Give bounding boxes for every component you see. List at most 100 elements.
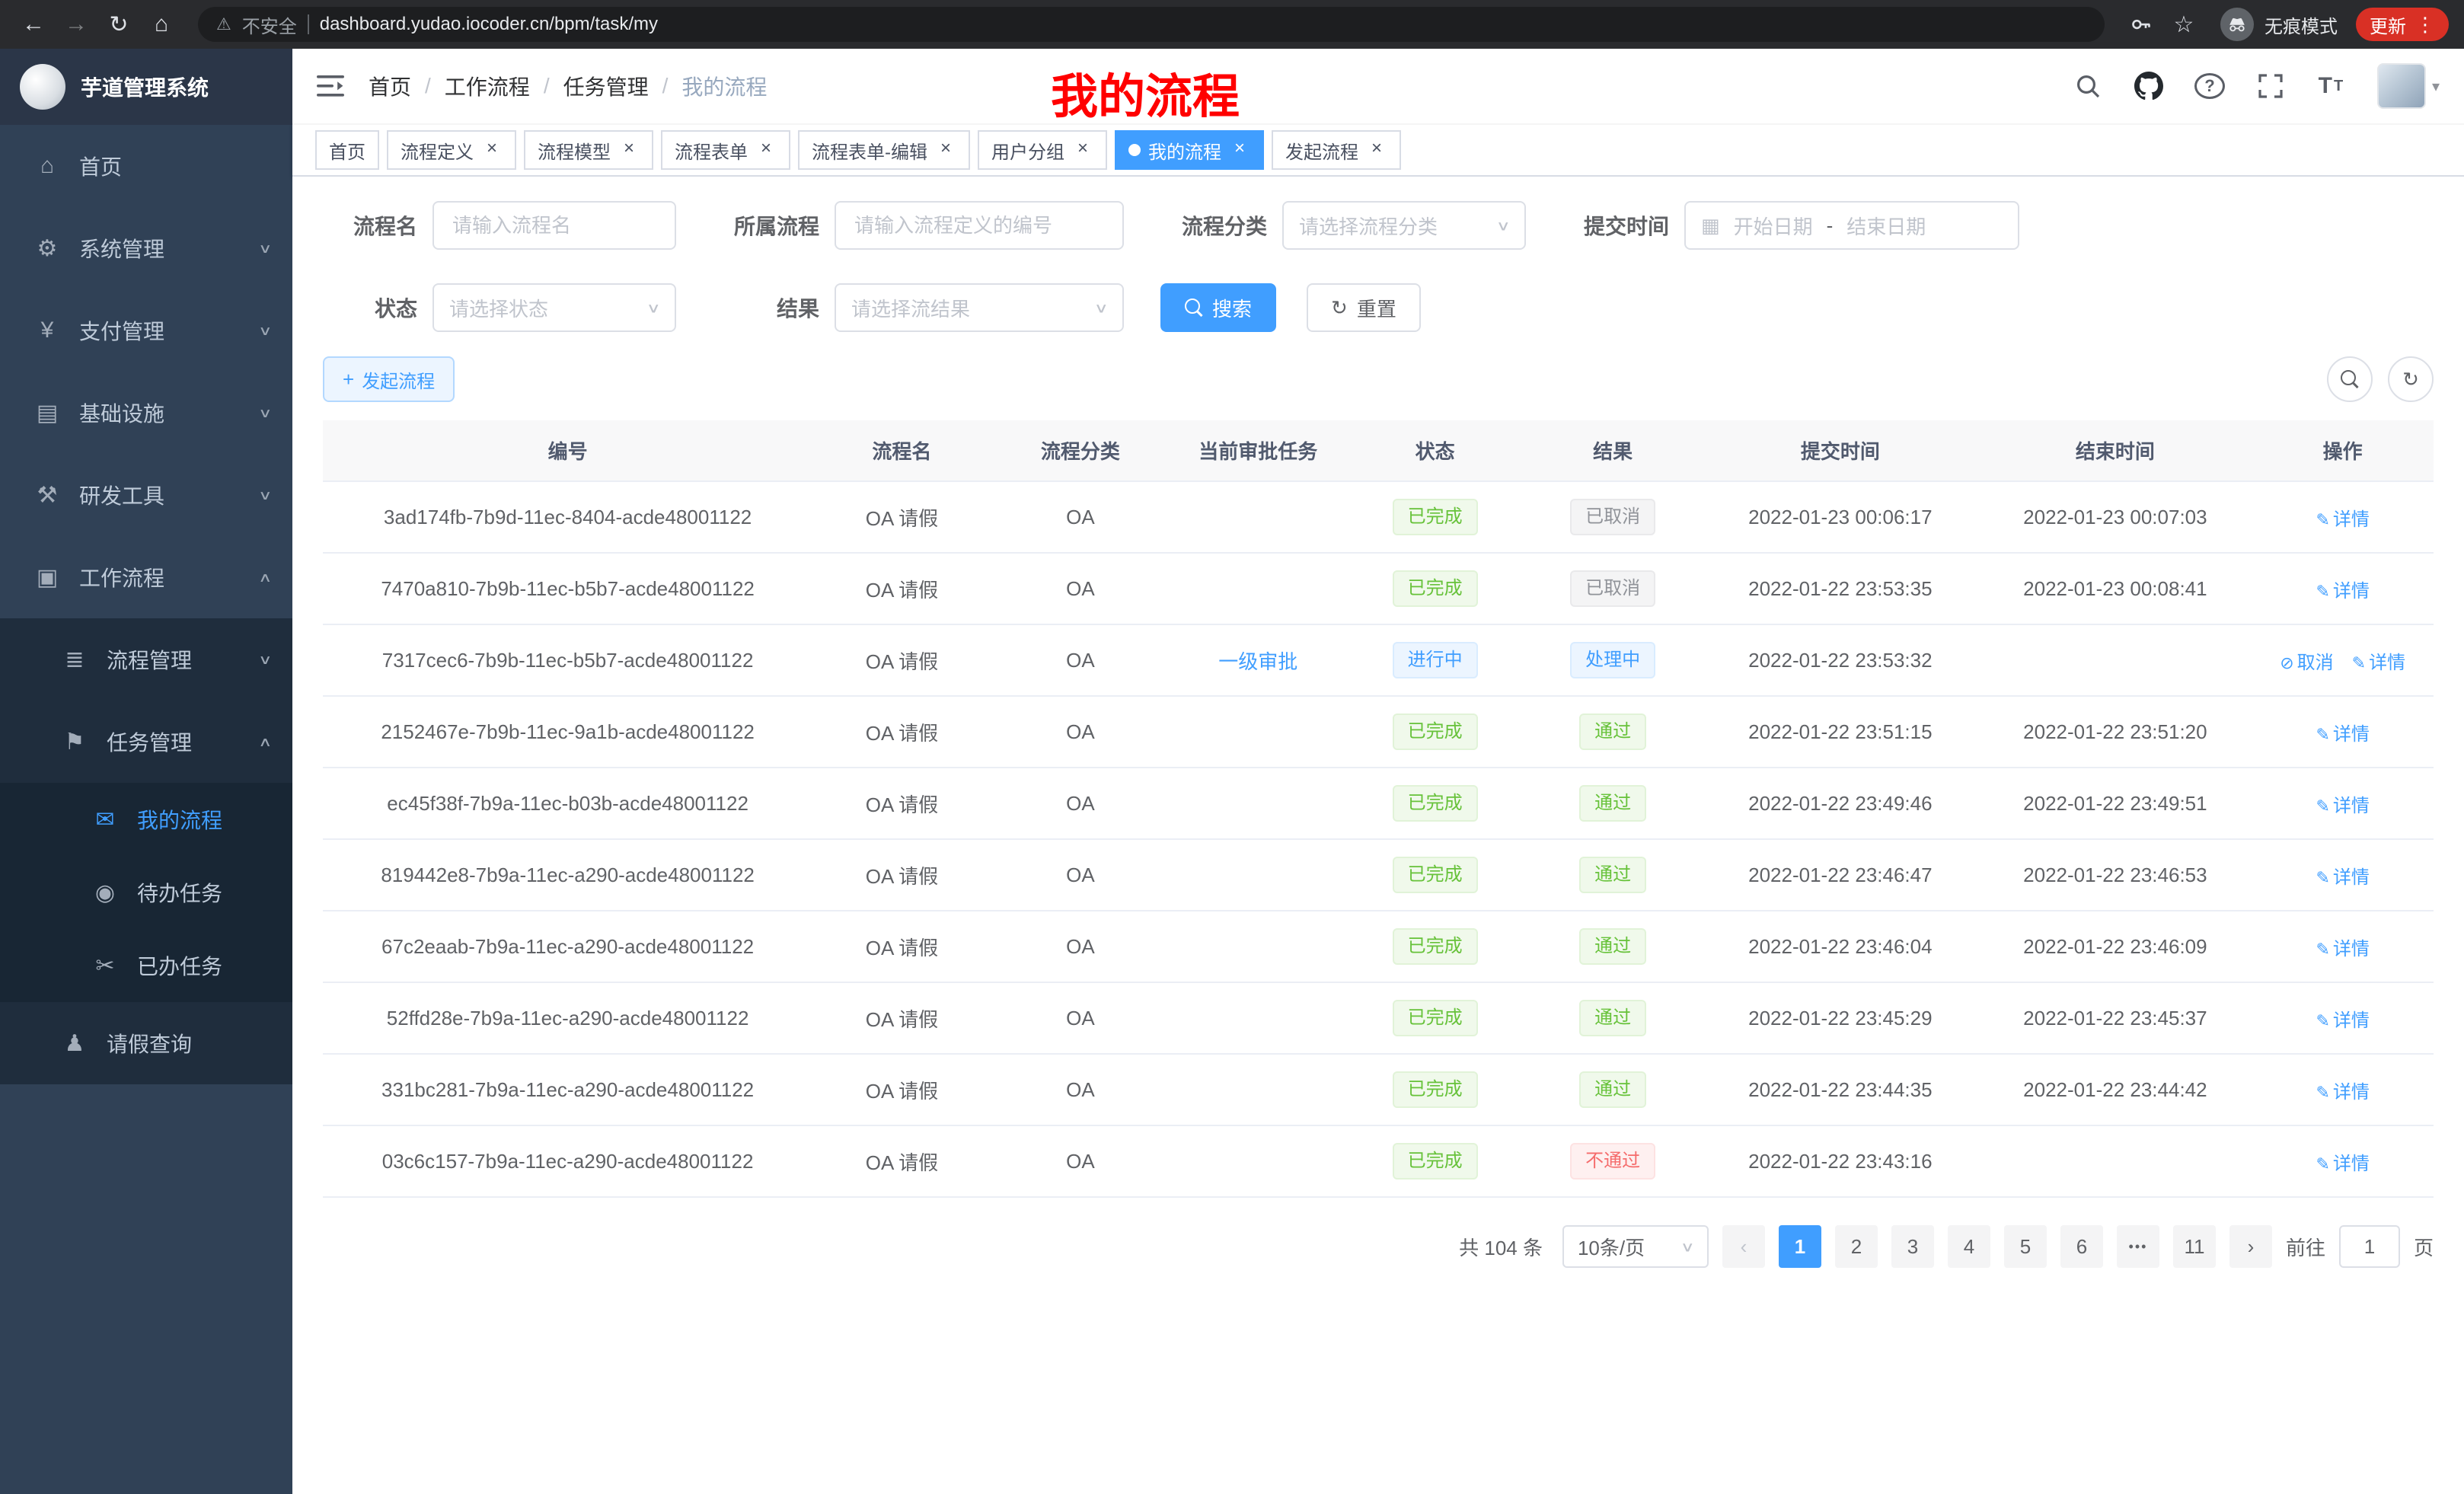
cell-result: 处理中: [1524, 624, 1702, 696]
font-size-icon[interactable]: TT: [2316, 69, 2347, 103]
sidebar-item-home[interactable]: ⌂首页: [0, 125, 292, 207]
github-icon[interactable]: [2134, 69, 2164, 103]
filter-process-definition: 所属流程: [713, 201, 1124, 250]
process-category-select[interactable]: 请选择流程分类 ∨: [1282, 201, 1526, 250]
pagination-page-4[interactable]: 4: [1948, 1225, 1990, 1268]
tab-label: 我的流程: [1148, 137, 1221, 164]
chevron-down-icon: ∨: [259, 651, 273, 667]
pagination-prev-button[interactable]: ‹: [1722, 1225, 1765, 1268]
status-select[interactable]: 请选择状态 ∨: [432, 283, 676, 332]
detail-action-link[interactable]: ✎详情: [2316, 1082, 2369, 1103]
cell-result: 已取消: [1524, 481, 1702, 553]
breadcrumb-item[interactable]: 任务管理: [563, 71, 649, 101]
sidebar-item-payment-management[interactable]: ¥支付管理∨: [0, 289, 292, 372]
result-select[interactable]: 请选择流结果 ∨: [835, 283, 1124, 332]
tab-my-process[interactable]: 我的流程 ×: [1115, 130, 1264, 170]
pagination-page-11[interactable]: 11: [2173, 1225, 2216, 1268]
sidebar-item-system-management[interactable]: ⚙系统管理∨: [0, 207, 292, 289]
status-badge: 已完成: [1393, 570, 1478, 606]
close-icon[interactable]: ×: [1366, 139, 1387, 161]
incognito-badge[interactable]: 无痕模式: [2220, 8, 2338, 41]
detail-action-link[interactable]: ✎详情: [2316, 939, 2369, 959]
sidebar-item-todo-tasks[interactable]: ◉待办任务: [0, 856, 292, 929]
browser-reload-icon[interactable]: ↻: [101, 6, 137, 43]
browser-forward-icon[interactable]: →: [58, 6, 94, 43]
browser-update-button[interactable]: 更新 ⋮: [2356, 8, 2449, 41]
pagination-page-6[interactable]: 6: [2060, 1225, 2103, 1268]
browser-menu-icon[interactable]: ⋮: [2415, 13, 2435, 37]
select-placeholder: 请选择流程分类: [1299, 212, 1438, 240]
sidebar-item-dev-tools[interactable]: ⚒研发工具∨: [0, 454, 292, 536]
page-size-select[interactable]: 10条/页∨: [1562, 1225, 1709, 1268]
chevron-down-icon: ∨: [1496, 217, 1511, 235]
key-icon[interactable]: [2123, 6, 2159, 43]
tab-home[interactable]: 首页: [315, 130, 379, 170]
tab-process-form[interactable]: 流程表单×: [661, 130, 790, 170]
close-icon[interactable]: ×: [1229, 139, 1250, 161]
current-task-link[interactable]: 一级审批: [1218, 650, 1297, 673]
search-button[interactable]: 搜索: [1160, 283, 1276, 332]
fullscreen-icon[interactable]: [2255, 69, 2286, 103]
omnibox-divider: [308, 14, 309, 34]
sidebar-item-done-tasks[interactable]: ✂已办任务: [0, 929, 292, 1002]
pagination-more[interactable]: •••: [2117, 1225, 2159, 1268]
hamburger-icon[interactable]: [317, 75, 344, 97]
help-icon[interactable]: ?: [2194, 73, 2225, 99]
browser-home-icon[interactable]: ⌂: [143, 6, 180, 43]
tab-user-group[interactable]: 用户分组×: [978, 130, 1107, 170]
tab-process-form-edit[interactable]: 流程表单-编辑×: [798, 130, 970, 170]
process-definition-input[interactable]: [835, 201, 1124, 250]
sidebar-item-process-management[interactable]: ≣流程管理∨: [0, 618, 292, 701]
cell-end-time: [1978, 624, 2252, 696]
close-icon[interactable]: ×: [618, 139, 640, 161]
sidebar-item-my-process[interactable]: ✉我的流程: [0, 783, 292, 856]
detail-action-link[interactable]: ✎详情: [2316, 867, 2369, 888]
close-icon[interactable]: ×: [1072, 139, 1093, 161]
close-icon[interactable]: ×: [935, 139, 956, 161]
tab-process-model[interactable]: 流程模型×: [524, 130, 653, 170]
sidebar-item-label: 基础设施: [79, 397, 260, 428]
sidebar-item-task-management[interactable]: ⚑任务管理∧: [0, 701, 292, 783]
reset-button[interactable]: ↻ 重置: [1307, 283, 1421, 332]
warning-icon: ⚠: [216, 14, 231, 34]
start-process-button[interactable]: + 发起流程: [323, 356, 455, 402]
detail-action-link[interactable]: ✎详情: [2316, 581, 2369, 602]
pagination-goto-input[interactable]: [2339, 1225, 2400, 1268]
detail-action-link[interactable]: ✎详情: [2316, 509, 2369, 530]
breadcrumb-item[interactable]: 工作流程: [445, 71, 530, 101]
show-search-button[interactable]: [2327, 356, 2373, 402]
chevron-down-icon: ∨: [259, 404, 273, 420]
search-icon[interactable]: [2073, 69, 2103, 103]
pagination-next-button[interactable]: ›: [2229, 1225, 2272, 1268]
process-name-input[interactable]: [432, 201, 676, 250]
detail-action-link[interactable]: ✎详情: [2316, 1154, 2369, 1174]
close-icon[interactable]: ×: [481, 139, 503, 161]
tab-process-definition[interactable]: 流程定义×: [387, 130, 516, 170]
edit-icon: ✎: [2316, 1154, 2329, 1173]
date-range-picker[interactable]: ▦ 开始日期 - 结束日期: [1684, 201, 2019, 250]
edit-icon: ✎: [2352, 653, 2366, 672]
sidebar-item-label: 工作流程: [79, 562, 260, 592]
detail-action-link[interactable]: ✎详情: [2352, 653, 2405, 673]
detail-action-link[interactable]: ✎详情: [2316, 1010, 2369, 1031]
breadcrumb-item[interactable]: 首页: [369, 71, 411, 101]
sidebar-item-leave-query[interactable]: ♟请假查询: [0, 1002, 292, 1084]
user-avatar[interactable]: ▾: [2377, 63, 2440, 109]
pagination-page-3[interactable]: 3: [1891, 1225, 1934, 1268]
detail-action-link[interactable]: ✎详情: [2316, 796, 2369, 816]
pagination-page-2[interactable]: 2: [1835, 1225, 1878, 1268]
browser-address-bar[interactable]: ⚠ 不安全 dashboard.yudao.iocoder.cn/bpm/tas…: [198, 7, 2105, 42]
refresh-table-button[interactable]: ↻: [2388, 356, 2434, 402]
sidebar: 芋道管理系统 ⌂首页⚙系统管理∨¥支付管理∨▤基础设施∨⚒研发工具∨▣工作流程∧…: [0, 49, 292, 1494]
bookmark-star-icon[interactable]: ☆: [2166, 6, 2202, 43]
cancel-action-link[interactable]: ⊘取消: [2280, 653, 2333, 673]
sidebar-item-workflow[interactable]: ▣工作流程∧: [0, 536, 292, 618]
detail-action-link[interactable]: ✎详情: [2316, 724, 2369, 745]
tab-start-process[interactable]: 发起流程×: [1272, 130, 1401, 170]
browser-back-icon[interactable]: ←: [15, 6, 52, 43]
close-icon[interactable]: ×: [755, 139, 777, 161]
pagination-page-5[interactable]: 5: [2004, 1225, 2047, 1268]
sidebar-item-infrastructure[interactable]: ▤基础设施∨: [0, 372, 292, 454]
pagination-page-1[interactable]: 1: [1779, 1225, 1821, 1268]
pagination-goto-label: 前往: [2286, 1233, 2325, 1261]
